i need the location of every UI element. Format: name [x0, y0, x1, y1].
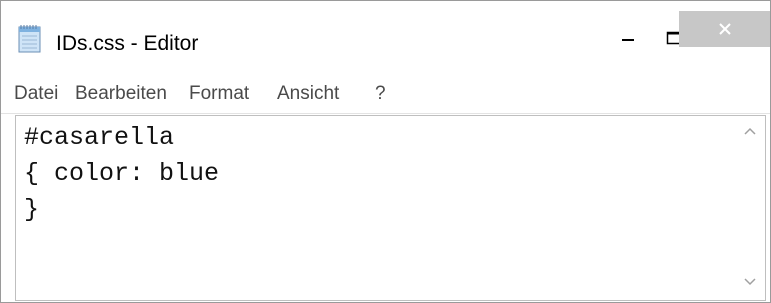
menu-format[interactable]: Format: [189, 83, 249, 105]
vertical-scrollbar[interactable]: [735, 116, 765, 300]
editor-text[interactable]: #casarella { color: blue}: [24, 120, 724, 228]
menu-bar: Datei Bearbeiten Format Ansicht ?: [1, 75, 770, 114]
editor-area[interactable]: #casarella { color: blue}: [15, 115, 766, 301]
notepad-window: IDs.css - Editor Datei Bearbeiten Format…: [0, 0, 771, 303]
minimize-button[interactable]: [605, 23, 651, 53]
scroll-down-arrow-icon[interactable]: [744, 278, 756, 286]
scroll-up-arrow-icon[interactable]: [744, 127, 756, 135]
menu-ansicht[interactable]: Ansicht: [277, 83, 339, 105]
editor-line: #casarella: [24, 123, 175, 152]
window-title: IDs.css - Editor: [56, 32, 199, 55]
menu-datei[interactable]: Datei: [14, 83, 58, 105]
minimize-icon: [622, 39, 634, 41]
editor-line: }: [24, 195, 40, 224]
editor-line: { color: blue: [24, 159, 220, 188]
title-bar[interactable]: IDs.css - Editor: [1, 1, 770, 75]
close-icon: [718, 23, 731, 35]
close-button[interactable]: [679, 11, 770, 47]
notepad-icon: [18, 25, 41, 53]
menu-bearbeiten[interactable]: Bearbeiten: [75, 83, 167, 105]
menu-help[interactable]: ?: [375, 83, 386, 105]
